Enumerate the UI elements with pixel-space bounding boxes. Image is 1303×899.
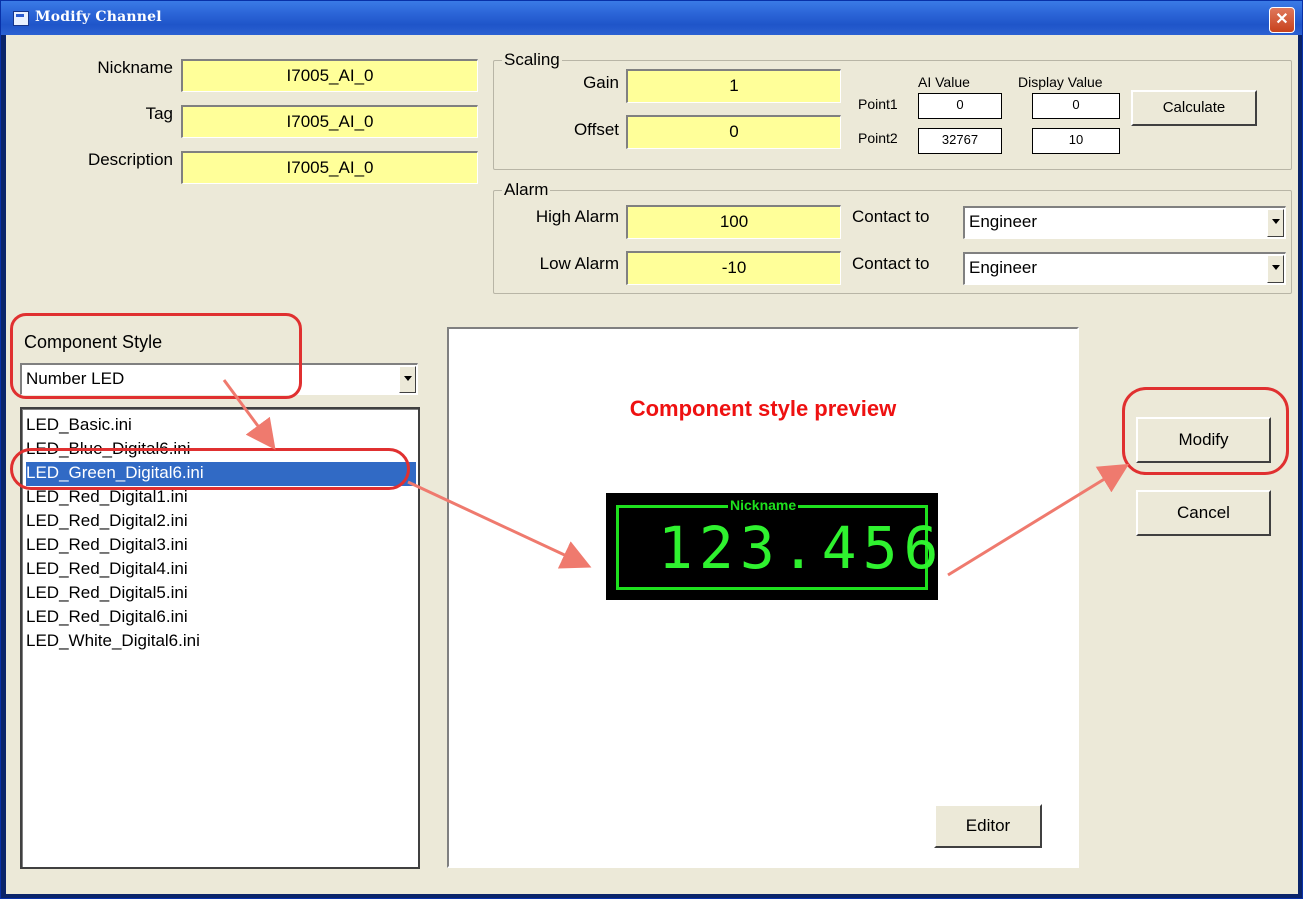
window-title: Modify Channel <box>35 9 162 25</box>
title-bar[interactable]: Modify Channel ✕ <box>1 1 1302 35</box>
arrow-to-file-list <box>222 379 276 450</box>
arrow-to-preview <box>407 480 592 569</box>
annotation-arrows <box>222 379 1130 577</box>
dialog-body: Nickname I7005_AI_0 Tag I7005_AI_0 Descr… <box>6 35 1298 894</box>
close-button[interactable]: ✕ <box>1269 7 1295 33</box>
window-icon <box>13 11 29 26</box>
modify-channel-window: Modify Channel ✕ Nickname I7005_AI_0 Tag… <box>0 0 1303 899</box>
arrow-to-modify <box>947 463 1130 577</box>
